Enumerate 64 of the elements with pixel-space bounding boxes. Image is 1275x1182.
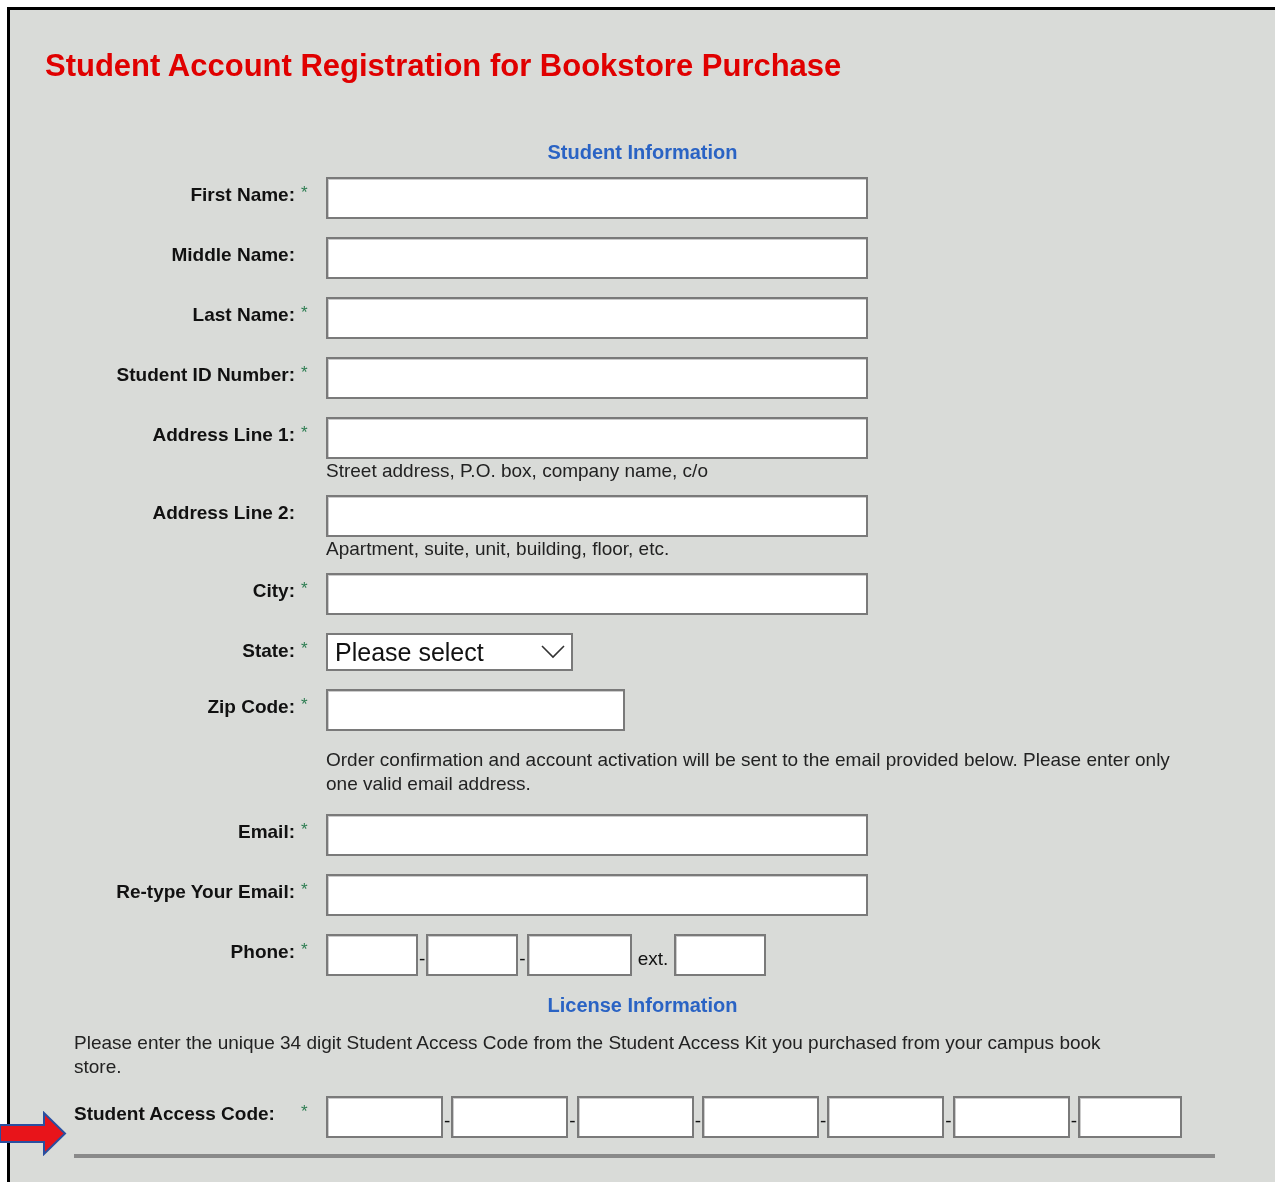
separator: - — [568, 1110, 577, 1133]
input-field[interactable] — [1077, 1096, 1182, 1138]
separator: - — [418, 948, 427, 971]
field-label: Last Name: — [191, 303, 295, 327]
input-field[interactable] — [326, 495, 868, 537]
required-asterisk: * — [300, 578, 309, 600]
required-asterisk: * — [300, 1101, 309, 1123]
field-label: Phone: — [229, 940, 295, 964]
input-field[interactable] — [952, 1096, 1070, 1138]
required-asterisk: * — [300, 182, 309, 204]
input-field[interactable] — [326, 814, 868, 856]
separator: - — [1069, 1110, 1078, 1133]
chevron-down-icon — [541, 645, 565, 659]
field-label: Re-type Your Email: — [115, 880, 295, 904]
input-field[interactable] — [576, 1096, 694, 1138]
field-label: Address Line 2: — [151, 501, 295, 525]
section-heading: Student Information — [546, 140, 739, 164]
input-field[interactable] — [326, 177, 868, 219]
field-label: Student ID Number: — [115, 363, 295, 387]
input-field[interactable] — [326, 1096, 443, 1138]
input-field[interactable] — [326, 874, 868, 916]
field-label: Zip Code: — [206, 695, 295, 719]
field-label: City: — [251, 579, 295, 603]
required-asterisk: * — [300, 879, 309, 901]
input-field[interactable] — [326, 297, 868, 339]
required-asterisk: * — [300, 694, 309, 716]
input-field[interactable] — [326, 417, 868, 459]
input-field[interactable] — [674, 934, 767, 976]
input-field[interactable] — [326, 934, 418, 976]
state-select[interactable]: Please select — [326, 633, 573, 671]
required-asterisk: * — [300, 638, 309, 660]
page-title: Student Account Registration for Bookstore Purchase — [44, 47, 843, 84]
input-field[interactable] — [426, 934, 519, 976]
field-label: Middle Name: — [170, 243, 295, 267]
separator: - — [443, 1110, 452, 1133]
separator: - — [693, 1110, 702, 1133]
field-label: Email: — [236, 820, 295, 844]
input-field[interactable] — [451, 1096, 569, 1138]
required-asterisk: * — [300, 939, 309, 961]
field-label: State: — [241, 639, 295, 663]
separator: ext. — [636, 948, 670, 971]
required-asterisk: * — [300, 819, 309, 841]
separator: - — [518, 948, 527, 971]
input-field[interactable] — [827, 1096, 945, 1138]
required-asterisk: * — [300, 362, 309, 384]
field-hint: Street address, P.O. box, company name, c/o — [326, 459, 708, 483]
email-note: Order confirmation and account activation will be sent to the email provided below. Please enter only one valid email address. — [326, 748, 1171, 796]
input-field[interactable] — [326, 689, 625, 731]
section-heading: License Information — [546, 994, 739, 1017]
arrow-icon — [0, 1111, 67, 1156]
input-field[interactable] — [702, 1096, 819, 1138]
instructions-text: Please enter the unique 34 digit Student Access Code from the Student Access Kit you purchased from your campus book store. — [73, 1031, 1102, 1079]
required-asterisk: * — [300, 302, 309, 324]
input-field[interactable] — [526, 934, 632, 976]
separator: - — [819, 1110, 828, 1133]
separator: - — [944, 1110, 953, 1133]
required-asterisk: * — [300, 422, 309, 444]
input-field[interactable] — [326, 357, 868, 399]
input-field[interactable] — [326, 237, 868, 279]
field-label: Student Access Code: — [74, 1102, 276, 1126]
field-label: First Name: — [189, 183, 295, 207]
field-hint: Apartment, suite, unit, building, floor, etc. — [326, 537, 670, 561]
field-label: Address Line 1: — [151, 423, 295, 447]
input-field[interactable] — [326, 573, 868, 615]
